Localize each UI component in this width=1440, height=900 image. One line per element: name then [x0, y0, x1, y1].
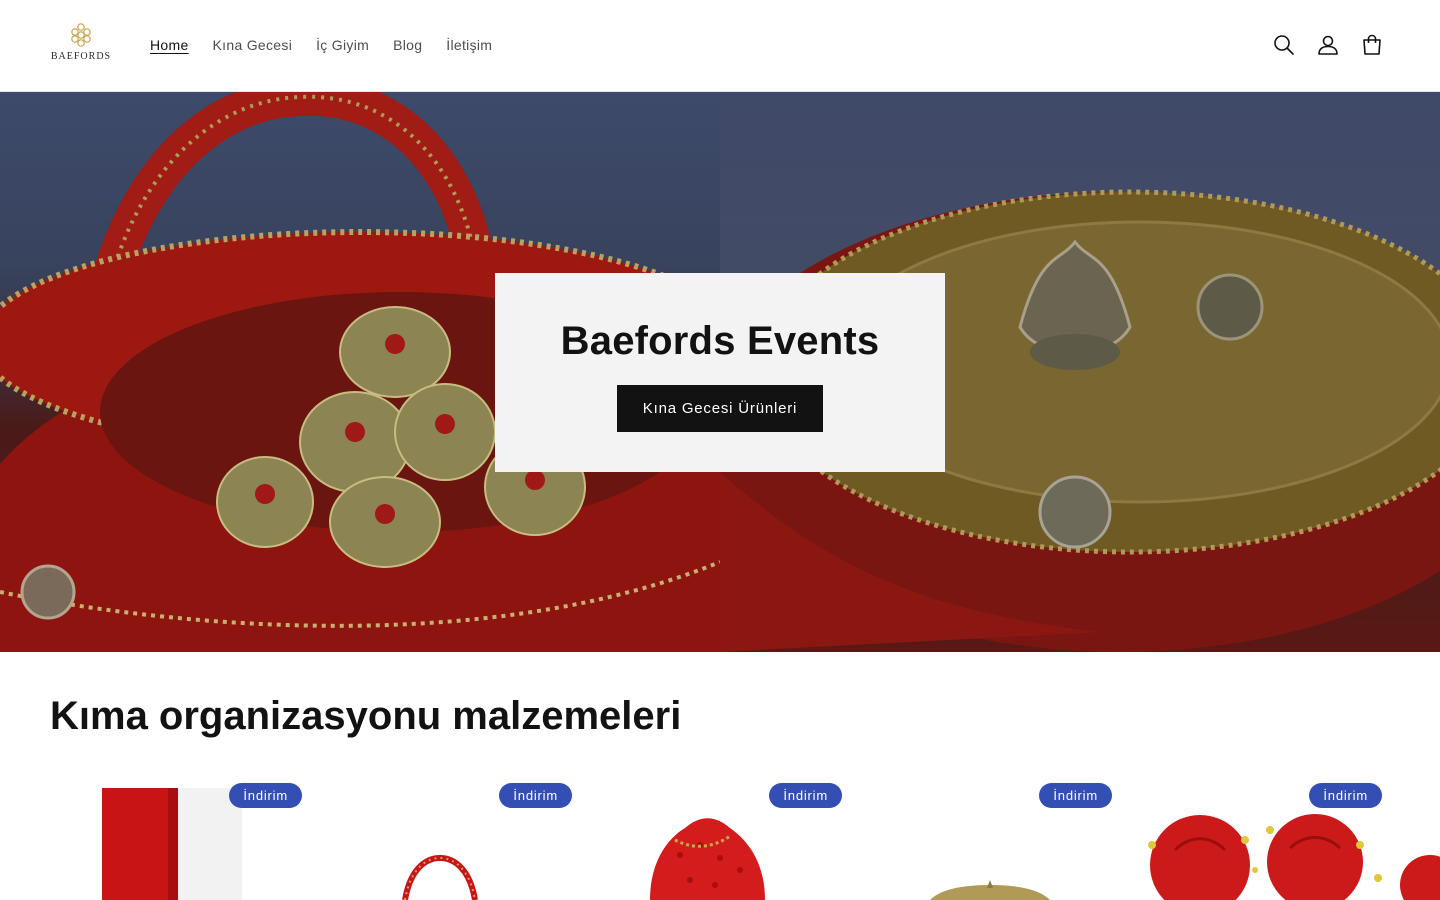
product-card-partial[interactable]: [1400, 770, 1440, 900]
product-card[interactable]: İndirim: [320, 770, 580, 900]
sale-badge: İndirim: [499, 783, 572, 808]
logo[interactable]: BAEFORDS: [50, 22, 112, 68]
account-icon[interactable]: [1314, 31, 1342, 59]
sale-badge: İndirim: [1309, 783, 1382, 808]
sale-badge: İndirim: [1039, 783, 1112, 808]
main-nav: Home Kına Gecesi İç Giyim Blog İletişim: [138, 33, 504, 57]
nav-home[interactable]: Home: [138, 33, 201, 57]
collection-title: Kıma organizasyonu malzemeleri: [50, 694, 682, 738]
logo-text: BAEFORDS: [50, 51, 112, 62]
product-card[interactable]: İndirim: [1130, 770, 1390, 900]
sale-badge: İndirim: [769, 783, 842, 808]
cart-icon[interactable]: [1358, 31, 1386, 59]
nav-kina-gecesi[interactable]: Kına Gecesi: [201, 33, 305, 57]
product-card[interactable]: İndirim: [860, 770, 1120, 900]
product-image: [1400, 770, 1440, 900]
logo-mark-icon: [71, 23, 91, 47]
search-icon[interactable]: [1270, 31, 1298, 59]
nav-iletisim[interactable]: İletişim: [434, 33, 504, 57]
hero-title: Baefords Events: [560, 319, 880, 363]
nav-ic-giyim[interactable]: İç Giyim: [304, 33, 381, 57]
hero-banner: Baefords Events Kına Gecesi Ürünleri: [0, 92, 1440, 652]
product-card[interactable]: İndirim: [50, 770, 310, 900]
site-header: BAEFORDS Home Kına Gecesi İç Giyim Blog …: [0, 0, 1440, 92]
product-card[interactable]: İndirim: [590, 770, 850, 900]
hero-content-box: Baefords Events Kına Gecesi Ürünleri: [495, 273, 945, 472]
sale-badge: İndirim: [229, 783, 302, 808]
nav-blog[interactable]: Blog: [381, 33, 434, 57]
hero-cta-button[interactable]: Kına Gecesi Ürünleri: [617, 385, 823, 432]
